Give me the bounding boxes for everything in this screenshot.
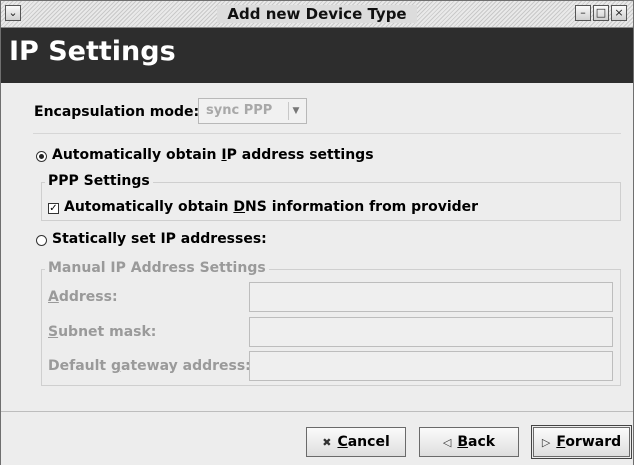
page-title: IP Settings — [9, 36, 176, 67]
gateway-mnemonic: g — [111, 358, 122, 374]
arrow-right-icon: ▷ — [541, 435, 551, 449]
address-label-rest: ddress: — [58, 289, 118, 305]
encapsulation-value: sync PPP — [206, 103, 273, 118]
back-button[interactable]: ◁ Back — [419, 427, 519, 457]
settings-content: Encapsulation mode: sync PPP ▼ Automatic… — [1, 83, 633, 411]
cancel-button[interactable]: ✖ Cancel — [306, 427, 406, 457]
minimize-button[interactable]: – — [575, 5, 591, 21]
page-header: IP Settings — [1, 28, 633, 83]
encapsulation-label: Encapsulation mode: — [34, 104, 200, 120]
dns-checkbox[interactable]: ✓ — [48, 203, 59, 214]
window-title: Add new Device Type — [217, 5, 417, 23]
back-label-rest: ack — [468, 434, 496, 450]
forward-label: Forward — [556, 434, 621, 450]
static-ip-radio[interactable] — [36, 235, 47, 246]
dns-label-text: Automatically obtain — [64, 199, 234, 215]
subnet-mask-input[interactable] — [249, 317, 613, 347]
back-label: Back — [457, 434, 495, 450]
close-icon: ✖ — [322, 435, 332, 449]
cancel-label-rest: ancel — [347, 434, 390, 450]
maximize-icon: □ — [595, 6, 607, 19]
chevron-down-icon: ▼ — [288, 102, 303, 120]
subnet-label: Subnet mask: — [48, 324, 156, 340]
subnet-mnemonic: S — [48, 324, 59, 340]
gateway-label-rest: ateway address: — [121, 358, 251, 374]
forward-button[interactable]: ▷ Forward — [531, 425, 632, 459]
dns-label[interactable]: Automatically obtain DNS information fro… — [64, 199, 478, 215]
ppp-settings-title: PPP Settings — [45, 173, 153, 189]
auto-ip-label-rest: P address settings — [226, 147, 374, 163]
address-input[interactable] — [249, 282, 613, 312]
dns-label-rest: NS information from provider — [245, 199, 479, 215]
window-title-wrap: Add new Device Type — [1, 5, 633, 23]
cancel-mnemonic: C — [337, 434, 348, 450]
manual-ip-title: Manual IP Address Settings — [45, 260, 269, 276]
auto-ip-label[interactable]: Automatically obtain IP address settings — [52, 147, 374, 163]
button-bar: ✖ Cancel ◁ Back ▷ Forward — [1, 411, 633, 465]
auto-ip-radio[interactable] — [36, 151, 47, 162]
manual-ip-frame: Manual IP Address Settings Address: Subn… — [41, 260, 621, 386]
close-icon: × — [614, 6, 624, 19]
address-mnemonic: A — [48, 289, 59, 305]
chevron-down-icon: ⌄ — [8, 6, 18, 19]
gateway-label-text: Default — [48, 358, 111, 374]
dns-mnemonic: D — [233, 199, 246, 215]
minimize-icon: – — [580, 6, 586, 19]
forward-label-rest: orward — [565, 434, 622, 450]
auto-ip-label-text: Automatically obtain — [52, 147, 222, 163]
separator — [33, 133, 621, 134]
title-bar[interactable]: ⌄ Add new Device Type – □ × — [1, 1, 633, 28]
maximize-button[interactable]: □ — [593, 5, 609, 21]
gateway-input[interactable] — [249, 351, 613, 381]
static-ip-label[interactable]: Statically set IP addresses: — [52, 231, 267, 247]
window-menu-button[interactable]: ⌄ — [5, 5, 21, 21]
dialog-window: ⌄ Add new Device Type – □ × IP Settings … — [0, 0, 634, 465]
cancel-label: Cancel — [337, 434, 389, 450]
encapsulation-combo[interactable]: sync PPP ▼ — [198, 98, 307, 124]
back-mnemonic: B — [457, 434, 469, 450]
forward-mnemonic: F — [556, 434, 566, 450]
arrow-left-icon: ◁ — [442, 435, 452, 449]
address-label: Address: — [48, 289, 118, 305]
ppp-settings-frame: PPP Settings ✓ Automatically obtain DNS … — [41, 173, 621, 221]
gateway-label: Default gateway address: — [48, 358, 251, 374]
subnet-label-rest: ubnet mask: — [58, 324, 157, 340]
close-button[interactable]: × — [611, 5, 627, 21]
